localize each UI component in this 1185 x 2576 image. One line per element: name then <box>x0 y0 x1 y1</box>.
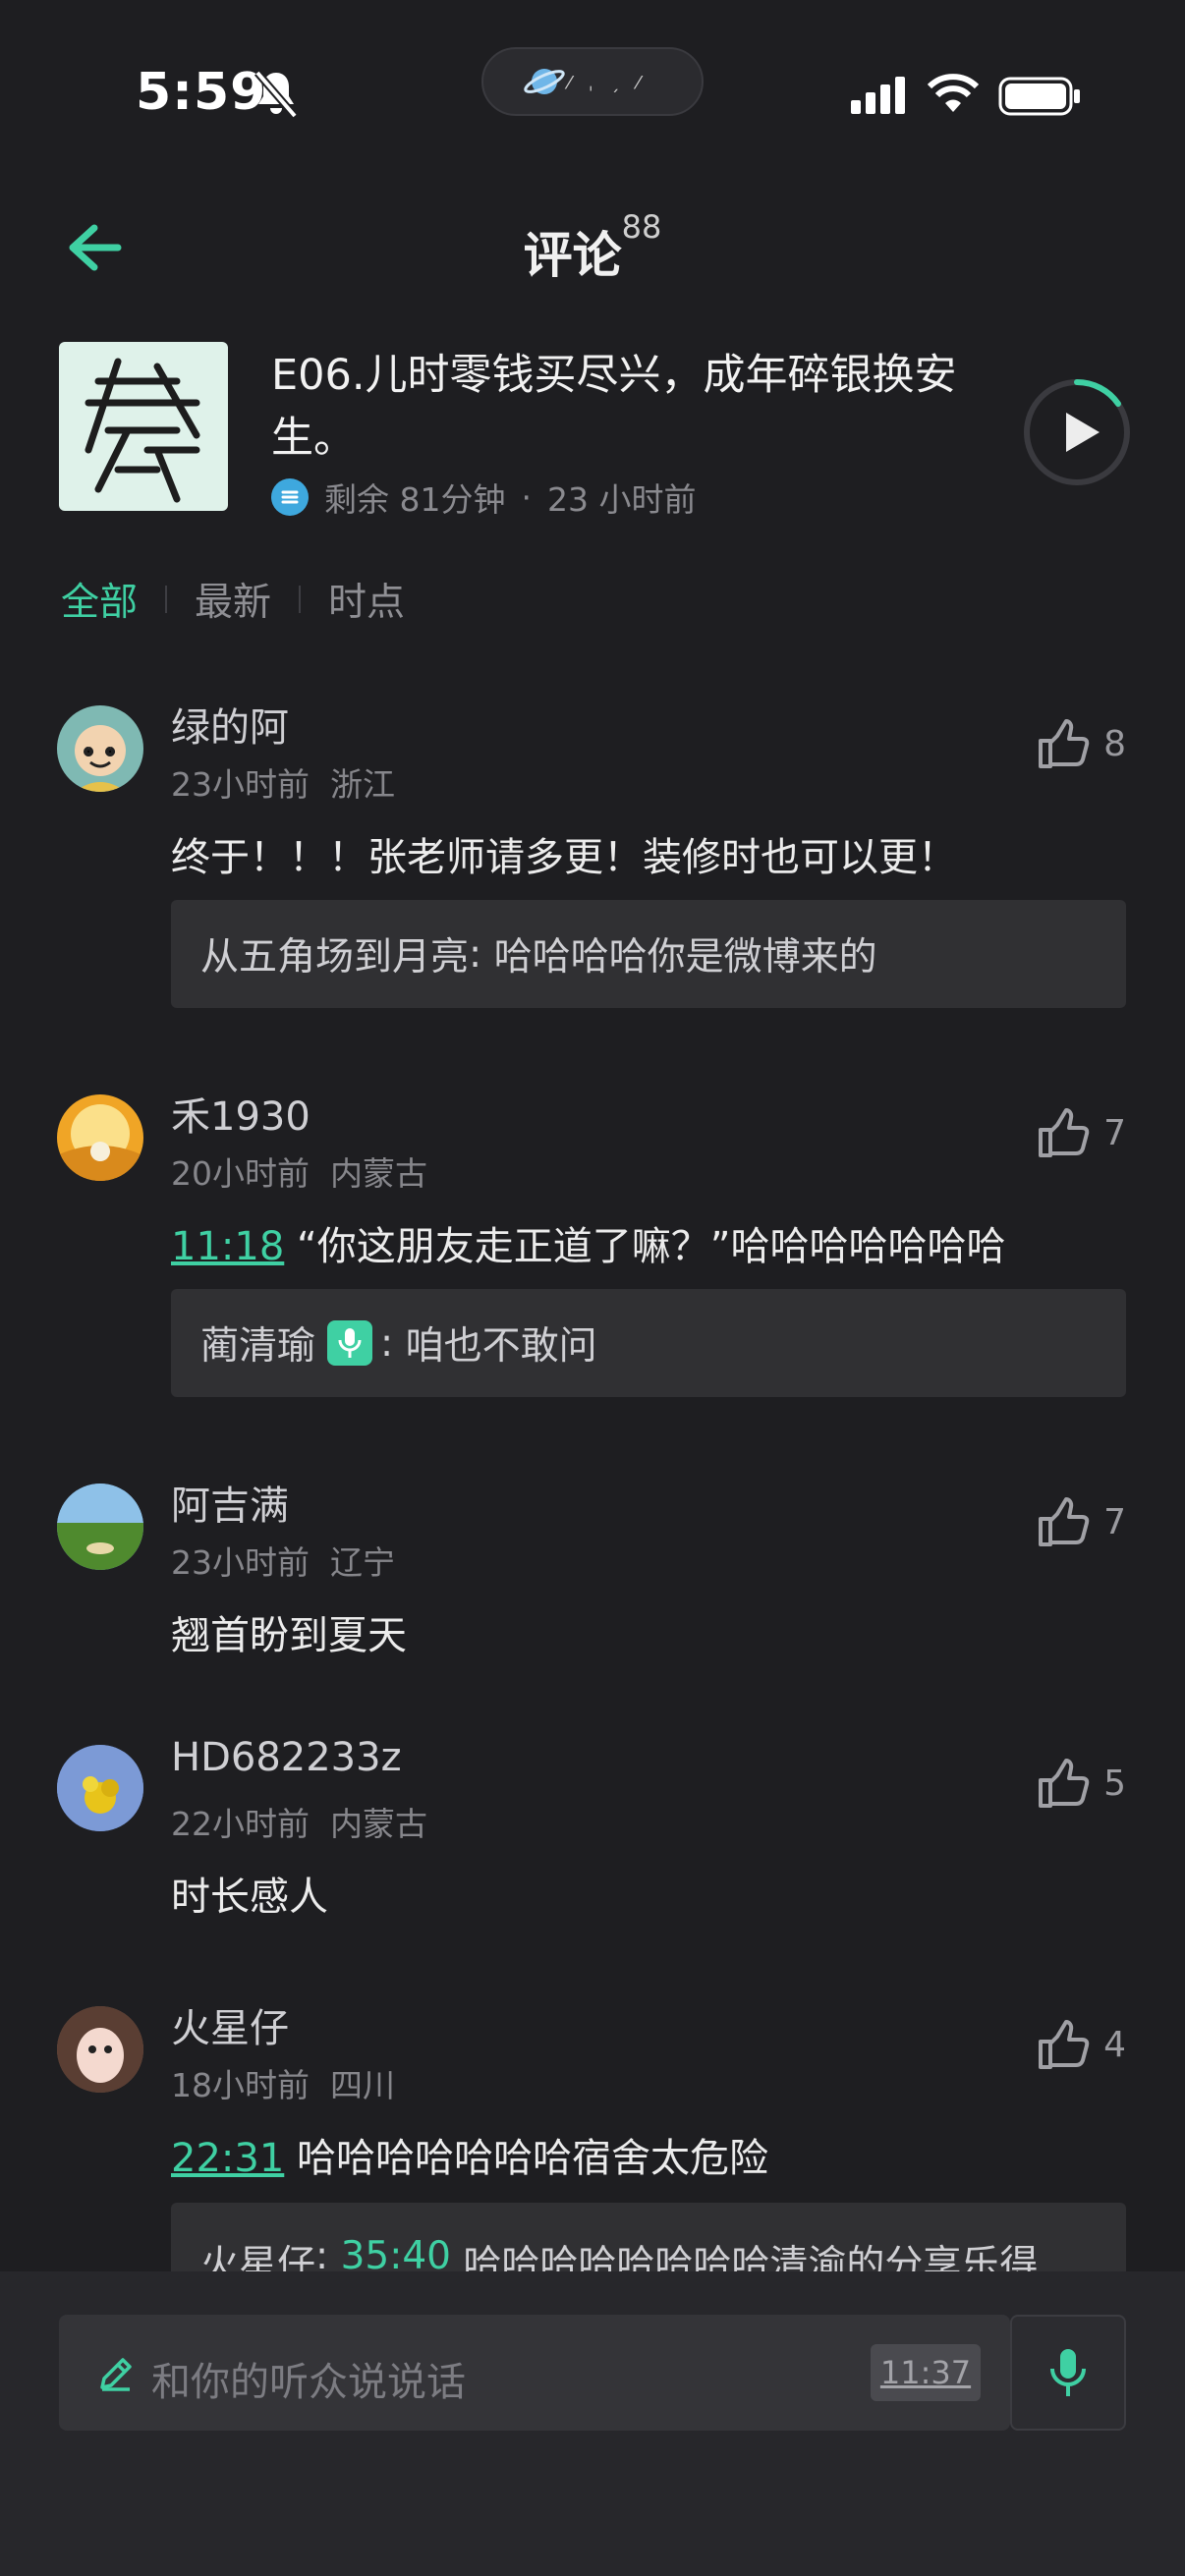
reply-text: 咱也不敢问 <box>405 1324 597 1369</box>
published-time: 23 小时前 <box>546 480 697 519</box>
remaining-time: 剩余 81分钟 <box>324 480 506 519</box>
comment-author[interactable]: 绿的阿 <box>171 696 289 753</box>
avatar[interactable] <box>57 1094 143 1181</box>
bell-muted-icon <box>254 70 299 119</box>
cellular-signal-icon <box>851 77 905 114</box>
tab-all[interactable]: 全部 <box>61 572 138 627</box>
tab-divider <box>299 586 302 613</box>
pen-icon <box>100 2358 132 2391</box>
list-icon <box>271 478 309 516</box>
like-button[interactable]: 5 <box>1037 1757 1126 1810</box>
comment-text[interactable]: 终于！！！张老师请多更！装修时也可以更！ <box>171 825 957 882</box>
timestamp-chip[interactable]: 11:37 <box>871 2344 981 2401</box>
reply-preview[interactable]: 蔺清瑜 : 咱也不敢问 <box>171 1289 1126 1397</box>
input-placeholder[interactable]: 和你的听众说说话 <box>151 2350 466 2407</box>
cover-calligraphy <box>85 358 200 503</box>
comment-meta: 20小时前 内蒙古 <box>171 1154 427 1193</box>
comment-text[interactable]: 时长感人 <box>171 1865 328 1922</box>
avatar[interactable] <box>57 2006 143 2093</box>
podcast-cover[interactable] <box>59 342 228 511</box>
comment-author[interactable]: 阿吉满 <box>171 1474 289 1531</box>
thumbs-up-icon <box>1039 719 1090 768</box>
comment-author[interactable]: 火星仔 <box>171 1996 289 2053</box>
voice-mic-icon <box>327 1320 373 1366</box>
voice-input-button[interactable] <box>1010 2315 1126 2431</box>
battery-icon <box>998 77 1080 116</box>
comment-text[interactable]: 22:31 哈哈哈哈哈哈哈宿舍太危险 <box>171 2126 768 2183</box>
episode-meta: 剩余 81分钟 · 23 小时前 <box>271 474 696 521</box>
like-count: 7 <box>1103 1501 1126 1542</box>
like-button[interactable]: 7 <box>1037 1495 1126 1548</box>
avatar[interactable] <box>57 1484 143 1570</box>
tab-divider <box>165 586 168 613</box>
comment-tabs: 全部 最新 时点 <box>61 572 405 627</box>
comment-meta: 23小时前 辽宁 <box>171 1543 395 1582</box>
reply-text: 哈哈哈哈你是微博来的 <box>493 935 877 980</box>
tab-latest[interactable]: 最新 <box>195 572 271 627</box>
avatar[interactable] <box>57 1745 143 1831</box>
planet-icon <box>524 69 565 94</box>
comment-author[interactable]: HD682233z <box>171 1735 402 1780</box>
thumbs-up-icon <box>1039 1497 1090 1546</box>
thumbs-up-icon <box>1039 1108 1090 1157</box>
like-count: 4 <box>1103 2024 1126 2065</box>
like-button[interactable]: 4 <box>1037 2018 1126 2071</box>
reply-preview[interactable]: 从五角场到月亮: 哈哈哈哈你是微博来的 <box>171 900 1126 1008</box>
comment-text[interactable]: 11:18 “你这朋友走正道了嘛？”哈哈哈哈哈哈哈 <box>171 1214 1005 1271</box>
comment-author[interactable]: 禾1930 <box>171 1085 310 1142</box>
timestamp-link[interactable]: 22:31 <box>171 2136 284 2181</box>
like-count: 8 <box>1103 723 1126 764</box>
comment-meta: 23小时前 浙江 <box>171 765 395 804</box>
comment-text[interactable]: 翘首盼到夏天 <box>171 1603 407 1660</box>
timestamp-link[interactable]: 11:18 <box>171 1224 284 1269</box>
meta-dot: · <box>521 477 532 517</box>
play-button[interactable] <box>1022 377 1132 487</box>
page-title: 评论88 <box>523 208 662 284</box>
comment-count: 88 <box>621 208 662 246</box>
wifi-icon <box>928 74 979 112</box>
like-button[interactable]: 8 <box>1037 717 1126 770</box>
status-time: 5:59 <box>136 63 267 122</box>
episode-title[interactable]: E06.儿时零钱买尽兴，成年碎银换安生。 <box>271 344 1018 470</box>
comment-meta: 22小时前 内蒙古 <box>171 1805 427 1843</box>
tab-timepoint[interactable]: 时点 <box>328 572 405 627</box>
mic-icon <box>1050 2349 1086 2396</box>
play-icon <box>1066 413 1100 452</box>
reply-author: 蔺清瑜 <box>200 1324 316 1369</box>
thumbs-up-icon <box>1039 1759 1090 1808</box>
like-button[interactable]: 7 <box>1037 1106 1126 1159</box>
like-count: 5 <box>1103 1763 1126 1804</box>
island-activity-blur: ⁄ ˌ ˏ ⁄ <box>568 73 647 93</box>
reply-author: 从五角场到月亮 <box>200 935 470 980</box>
thumbs-up-icon <box>1039 2020 1090 2069</box>
avatar[interactable] <box>57 705 143 792</box>
like-count: 7 <box>1103 1112 1126 1153</box>
comment-meta: 18小时前 四川 <box>171 2066 395 2104</box>
